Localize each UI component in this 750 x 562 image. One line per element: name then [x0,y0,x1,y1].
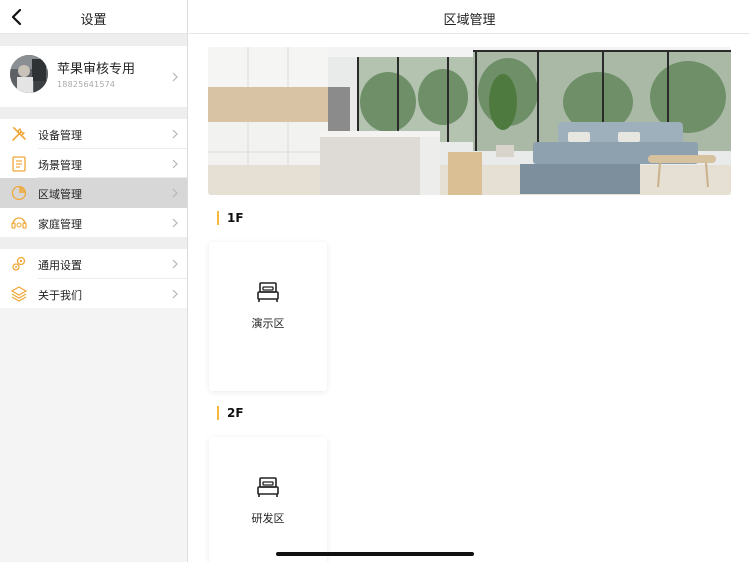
chevron-right-icon [172,218,178,227]
sidebar-item-label: 家庭管理 [38,217,82,231]
chevron-right-icon [172,259,178,269]
section-gap [0,107,187,119]
room-name: 研发区 [251,512,285,525]
layers-icon [10,285,28,302]
home-indicator[interactable] [276,552,474,556]
sidebar-item-label: 通用设置 [38,259,82,272]
sidebar-header: 设置 [0,0,187,34]
sidebar-item-label: 关于我们 [38,288,82,302]
family-icon [11,216,27,229]
bed-icon [257,477,279,497]
sidebar-item-general-settings[interactable]: 通用设置 [0,249,187,279]
chevron-right-icon [172,289,178,298]
chevron-right-icon [172,188,178,198]
room-card[interactable]: 研发区 [209,437,327,562]
page-title: 区域管理 [443,13,496,28]
profile-phone: 18825641574 [57,80,116,89]
main-header: 区域管理 [189,0,750,34]
profile-name: 苹果审核专用 [57,62,136,77]
sidebar-item-label: 场景管理 [38,158,82,172]
sidebar-item-devices[interactable]: 设备管理 [0,119,187,149]
bed-icon [257,282,279,302]
section-gap [0,34,187,46]
floor-accent-bar [217,211,219,225]
tools-icon [12,127,26,141]
avatar [10,55,48,93]
sidebar-item-scenes[interactable]: 场景管理 [0,148,187,178]
main-panel: 区域管理 1F 演示区 2F 研发区 [189,0,750,562]
menu-group-general: 通用设置 关于我们 [0,249,187,308]
interior-banner-image [208,47,731,195]
floor-accent-bar [217,406,219,420]
menu-group-management: 设备管理 场景管理 区域管理 家庭管理 [0,119,187,237]
gears-icon [12,256,26,271]
sidebar-item-areas[interactable]: 区域管理 [0,178,187,208]
chevron-right-icon [172,129,178,139]
profile-row[interactable]: 苹果审核专用 18825641574 [0,46,187,107]
sidebar-item-about[interactable]: 关于我们 [0,278,187,308]
chevron-right-icon [172,72,178,82]
floor-label-2f: 2F [227,406,244,420]
room-name: 演示区 [251,317,285,330]
pie-chart-icon [11,185,27,201]
sidebar-item-label: 区域管理 [38,188,82,201]
floor-label-1f: 1F [227,211,244,225]
document-icon [12,155,26,172]
section-gap [0,237,187,249]
room-card[interactable]: 演示区 [209,242,327,391]
sidebar-item-family[interactable]: 家庭管理 [0,207,187,237]
chevron-right-icon [172,159,178,168]
sidebar: 设置 苹果审核专用 18825641574 设备管理 场景管理 区域管理 家庭管… [0,0,188,562]
sidebar-title: 设置 [80,13,107,28]
sidebar-item-label: 设备管理 [38,129,82,142]
